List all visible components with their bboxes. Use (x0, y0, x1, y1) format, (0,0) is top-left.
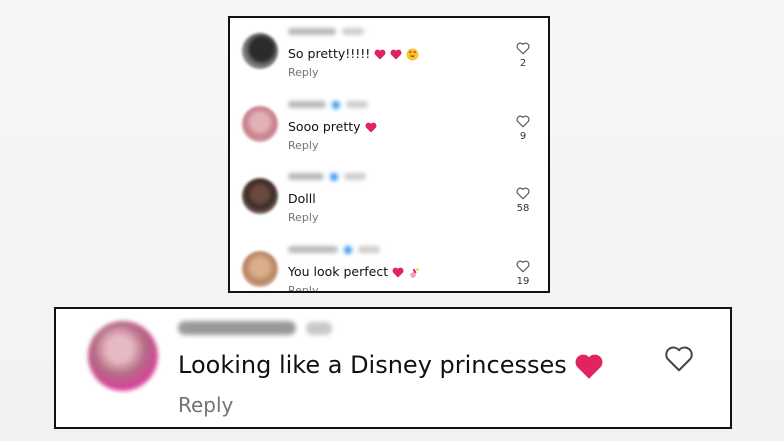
reply-link[interactable]: Reply (288, 139, 318, 152)
verified-badge-icon (344, 245, 352, 254)
heart-outline-icon[interactable] (516, 260, 530, 273)
reply-link[interactable]: Reply (288, 284, 318, 291)
reply-link[interactable]: Reply (288, 211, 318, 224)
comment-text: So pretty!!!!! (288, 46, 419, 61)
username-blurred[interactable] (288, 172, 366, 181)
verified-badge-icon (332, 100, 340, 109)
username-blurred[interactable] (288, 245, 380, 254)
heart-outline-icon[interactable] (516, 115, 530, 128)
reply-link[interactable]: Reply (178, 393, 233, 417)
heart-emoji-icon (374, 49, 386, 60)
like-count: 58 (516, 203, 530, 214)
comment-item: Sooo pretty Reply 9 (230, 97, 548, 167)
nail-polish-emoji-icon (410, 267, 419, 278)
heart-emoji-icon (365, 122, 377, 133)
username-blurred[interactable] (288, 27, 364, 36)
comment-text: Dolll (288, 191, 316, 206)
comment-item: Dolll Reply 58 (230, 169, 548, 239)
screenshot-canvas: So pretty!!!!! Reply 2 Sooo pretty Reply (0, 0, 784, 441)
username-blurred[interactable] (288, 100, 368, 109)
like-count: 2 (519, 58, 527, 69)
avatar[interactable] (242, 251, 278, 287)
avatar[interactable] (88, 321, 158, 391)
heart-outline-icon[interactable] (664, 345, 694, 373)
comment-text: Looking like a Disney princesses (178, 351, 604, 380)
avatar[interactable] (242, 33, 278, 69)
heart-eyes-emoji-icon (406, 48, 419, 61)
heart-outline-icon[interactable] (516, 187, 530, 200)
heart-emoji-icon (390, 49, 402, 60)
heart-emoji-icon (392, 267, 404, 278)
comment-item: You look perfect Reply 19 (230, 242, 548, 291)
avatar[interactable] (242, 106, 278, 142)
like-button[interactable]: 2 (512, 42, 534, 69)
username-blurred[interactable] (178, 321, 332, 335)
comment-text: You look perfect (288, 264, 420, 279)
like-count: 19 (516, 276, 530, 287)
comments-thread-panel: So pretty!!!!! Reply 2 Sooo pretty Reply (228, 16, 550, 293)
comment-item: So pretty!!!!! Reply 2 (230, 24, 548, 94)
like-button[interactable]: 19 (512, 260, 534, 287)
reply-link[interactable]: Reply (288, 66, 318, 79)
like-button[interactable]: 58 (512, 187, 534, 214)
avatar[interactable] (242, 178, 278, 214)
like-button[interactable]: 9 (512, 115, 534, 142)
like-count: 9 (519, 131, 527, 142)
heart-outline-icon[interactable] (516, 42, 530, 55)
heart-emoji-icon (575, 354, 603, 379)
verified-badge-icon (330, 172, 338, 181)
featured-comment-panel: Looking like a Disney princesses Reply (54, 307, 732, 429)
comment-text: Sooo pretty (288, 119, 377, 134)
